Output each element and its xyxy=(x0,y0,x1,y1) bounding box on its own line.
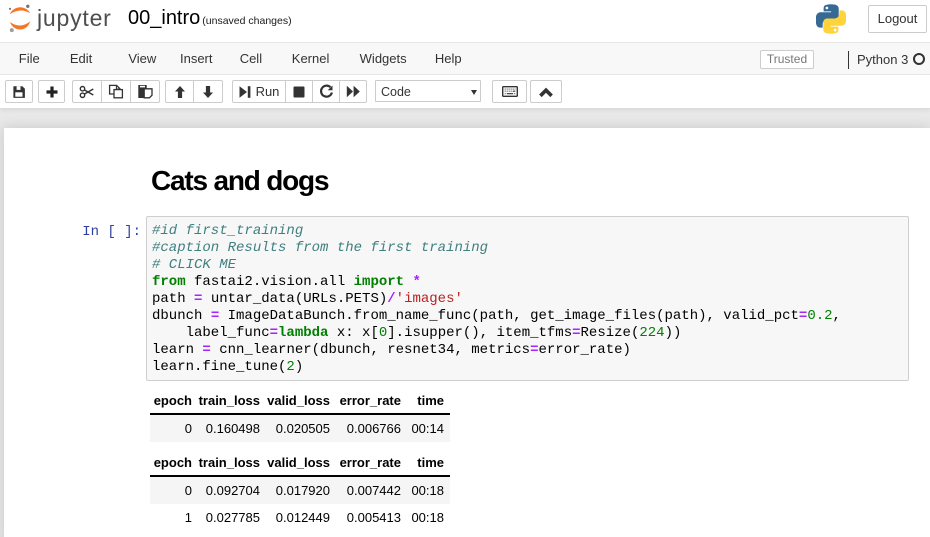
svg-text:jupyter: jupyter xyxy=(36,5,112,31)
